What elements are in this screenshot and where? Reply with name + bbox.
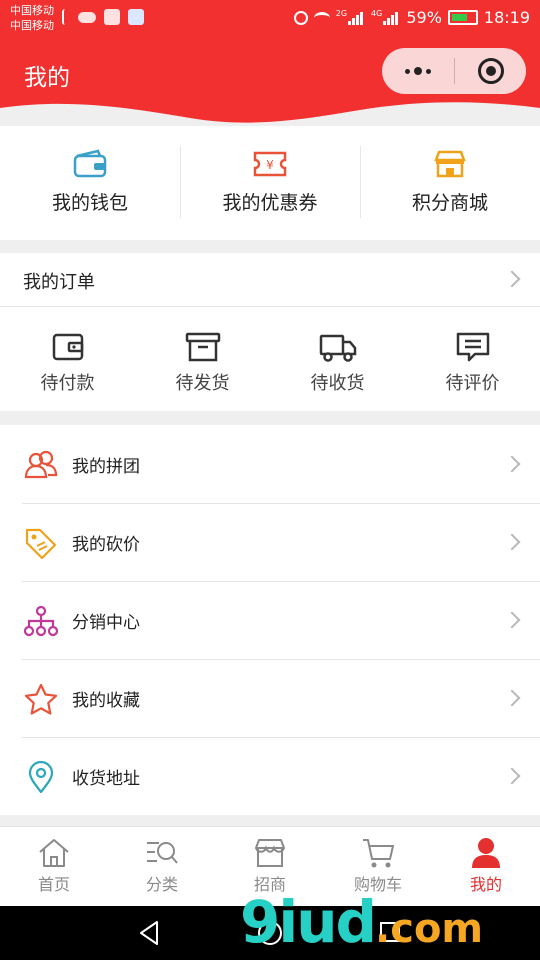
order-status-row: 待付款 待发货 待收货 待评价 — [0, 307, 540, 411]
chevron-right-icon — [503, 270, 521, 288]
back-icon[interactable] — [138, 920, 160, 946]
battery-icon — [447, 10, 478, 25]
carrier-info: 中国移动 中国移动 — [10, 3, 54, 33]
coupon-link[interactable]: ¥ 我的优惠券 — [180, 126, 360, 240]
order-pending-payment[interactable]: 待付款 — [0, 307, 135, 411]
coupon-icon: ¥ — [253, 151, 287, 177]
watermark: 9iud.com — [240, 888, 483, 956]
network-icon — [24, 605, 58, 637]
comment-icon — [456, 332, 489, 362]
cart-icon — [363, 839, 394, 868]
chevron-right-icon — [503, 533, 521, 551]
tab-category[interactable]: 分类 — [108, 827, 216, 906]
wallet-pay-icon — [52, 333, 83, 361]
watermark-domain: .com — [375, 906, 484, 952]
app-icon-2 — [128, 9, 144, 25]
net-type-1: 2G — [335, 9, 348, 18]
chevron-right-icon — [503, 611, 521, 629]
coupon-label: 我的优惠券 — [222, 192, 318, 214]
net-type-2: 4G — [371, 9, 383, 18]
menu-item-distribution[interactable]: 分销中心 — [0, 581, 540, 659]
tab-category-label: 分类 — [145, 875, 178, 894]
order-pending-shipment[interactable]: 待发货 — [135, 307, 270, 411]
wallet-icon — [73, 149, 107, 178]
dot-icon — [426, 68, 431, 74]
shop-icon — [255, 839, 285, 867]
menu-label-bargain: 我的砍价 — [72, 535, 140, 555]
order-pending-receipt[interactable]: 待收货 — [270, 307, 405, 411]
alarm-icon — [293, 10, 308, 25]
usb-icon — [62, 9, 70, 25]
store-icon — [434, 150, 466, 178]
tab-home-label: 首页 — [37, 875, 70, 894]
star-icon — [24, 683, 58, 715]
status-right: 2G 4G 59% 18:19 — [293, 8, 530, 27]
points-mall-link[interactable]: 积分商城 — [360, 126, 540, 240]
pending-payment-label: 待付款 — [40, 373, 95, 394]
svg-text:¥: ¥ — [266, 158, 274, 172]
pending-shipment-label: 待发货 — [175, 373, 230, 394]
more-button[interactable] — [382, 48, 454, 94]
chevron-right-icon — [503, 767, 521, 785]
status-bar: 中国移动 中国移动 2G 4G 59% 18:19 — [0, 0, 540, 36]
wifi-icon — [313, 11, 330, 24]
menu-item-bargain[interactable]: 我的砍价 — [0, 503, 540, 581]
group-icon — [24, 450, 58, 479]
carrier-2: 中国移动 — [10, 19, 54, 32]
menu-list: 我的拼团 我的砍价 分销中心 我的收藏 收货地址 — [0, 425, 540, 815]
dot-icon — [405, 68, 410, 74]
my-orders-title: 我的订单 — [23, 272, 95, 293]
menu-item-address[interactable]: 收货地址 — [0, 737, 540, 815]
wallet-link[interactable]: 我的钱包 — [0, 126, 180, 240]
menu-item-group-buy[interactable]: 我的拼团 — [0, 425, 540, 503]
cloud-icon — [78, 11, 96, 23]
mini-program-capsule — [382, 48, 526, 94]
menu-label-address: 收货地址 — [72, 769, 140, 789]
box-icon — [185, 332, 220, 362]
wallet-label: 我的钱包 — [51, 192, 128, 214]
dot-icon — [414, 67, 422, 75]
points-mall-label: 积分商城 — [411, 192, 488, 214]
user-icon — [472, 838, 500, 868]
signal-icon — [348, 11, 364, 25]
menu-label-group-buy: 我的拼团 — [72, 457, 140, 477]
menu-item-favorites[interactable]: 我的收藏 — [0, 659, 540, 737]
my-orders-row[interactable]: 我的订单 — [0, 253, 540, 307]
pending-review-label: 待评价 — [445, 373, 500, 394]
order-pending-review[interactable]: 待评价 — [405, 307, 540, 411]
page-title: 我的 — [24, 65, 70, 91]
header: 我的 — [0, 36, 540, 126]
chevron-right-icon — [503, 455, 521, 473]
target-icon — [477, 58, 504, 84]
tag-icon — [25, 528, 57, 559]
notification-icons — [62, 9, 144, 25]
chevron-right-icon — [503, 689, 521, 707]
menu-label-favorites: 我的收藏 — [72, 691, 140, 711]
home-icon — [39, 839, 69, 867]
battery-percent: 59% — [406, 8, 442, 27]
quick-links: 我的钱包 ¥ 我的优惠券 积分商城 — [0, 126, 540, 240]
carrier-1: 中国移动 — [10, 4, 54, 17]
menu-label-distribution: 分销中心 — [72, 613, 140, 633]
truck-icon — [319, 334, 356, 362]
app-icon — [104, 9, 120, 25]
location-icon — [28, 761, 54, 793]
pending-receipt-label: 待收货 — [310, 373, 365, 394]
watermark-logo: 9iud — [240, 888, 377, 956]
signal-icon-2 — [383, 11, 399, 25]
clock: 18:19 — [483, 8, 530, 27]
close-button[interactable] — [455, 48, 526, 94]
tab-home[interactable]: 首页 — [0, 827, 108, 906]
category-search-icon — [147, 842, 178, 864]
